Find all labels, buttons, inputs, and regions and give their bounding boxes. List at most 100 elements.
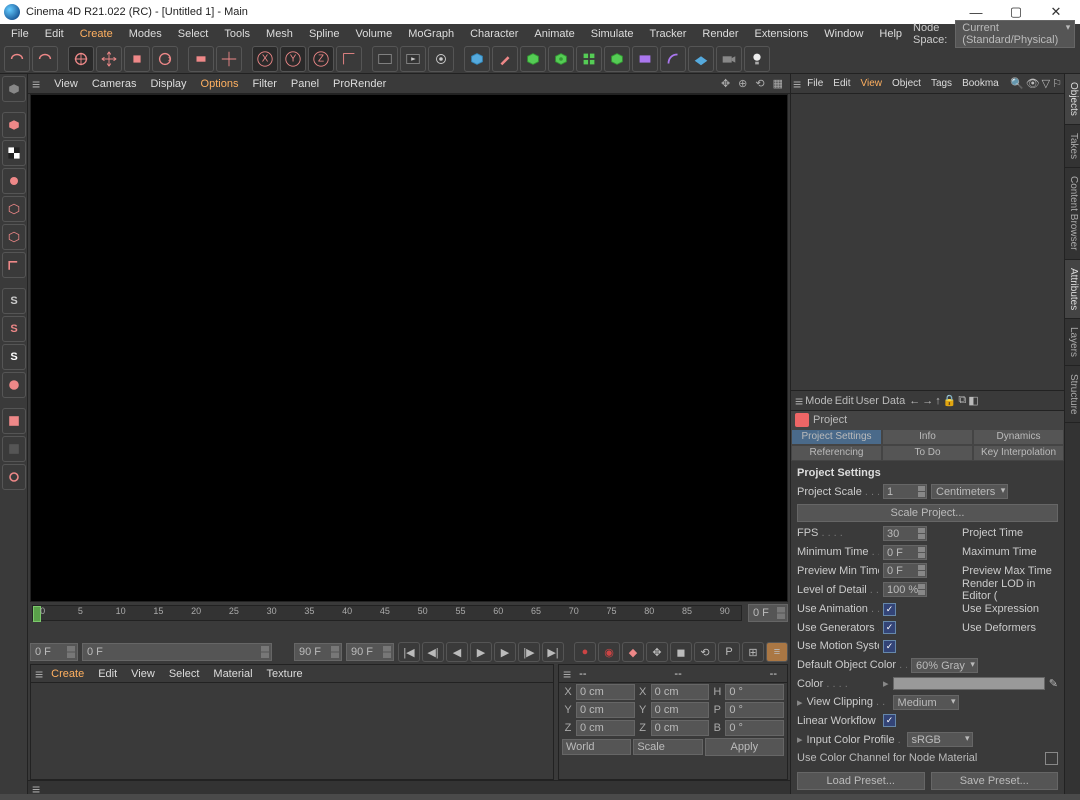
obj-eye-icon[interactable]: 👁: [1026, 77, 1040, 90]
rtab-structure[interactable]: Structure: [1065, 366, 1080, 424]
viewport-rotate-icon[interactable]: ⟲: [752, 75, 767, 92]
menu-mograph[interactable]: MoGraph: [401, 26, 461, 42]
menu-create[interactable]: Create: [73, 26, 120, 42]
render-pv-button[interactable]: [400, 46, 426, 72]
volume-builder-button[interactable]: [604, 46, 630, 72]
view-menu-view[interactable]: View: [48, 76, 84, 92]
menu-simulate[interactable]: Simulate: [584, 26, 641, 42]
make-editable-button[interactable]: [2, 112, 26, 138]
time-end[interactable]: 90 F: [294, 643, 342, 661]
key-strip-button[interactable]: ≡: [766, 642, 788, 662]
project-scale-unit[interactable]: Centimeters: [931, 484, 1008, 499]
soft-select-button[interactable]: [2, 372, 26, 398]
mat-menu-edit[interactable]: Edit: [92, 666, 123, 682]
use-motion-check[interactable]: ✓: [883, 640, 896, 653]
texture-mode-button[interactable]: [2, 140, 26, 166]
field-button[interactable]: [632, 46, 658, 72]
menu-tracker[interactable]: Tracker: [643, 26, 694, 42]
input-profile-select[interactable]: sRGB: [907, 732, 973, 747]
coord-b[interactable]: 0 °: [725, 720, 784, 736]
object-manager-area[interactable]: [791, 94, 1064, 390]
mesh3-button[interactable]: [2, 464, 26, 490]
time-start[interactable]: 0 F: [82, 643, 272, 661]
cmd-hamburger-icon[interactable]: [32, 785, 40, 797]
move-tool[interactable]: [96, 46, 122, 72]
menu-modes[interactable]: Modes: [122, 26, 169, 42]
attr-menu-edit[interactable]: Edit: [835, 395, 854, 407]
menu-file[interactable]: File: [4, 26, 36, 42]
record-button[interactable]: ●: [574, 642, 596, 662]
menu-edit[interactable]: Edit: [38, 26, 71, 42]
lastused-tool[interactable]: [188, 46, 214, 72]
coord-p[interactable]: 0 °: [725, 702, 784, 718]
attr-pin-icon[interactable]: ◧: [968, 394, 978, 407]
key-rot-button[interactable]: ⟲: [694, 642, 716, 662]
floor-button[interactable]: [688, 46, 714, 72]
view-menu-panel[interactable]: Panel: [285, 76, 325, 92]
color-swatch[interactable]: [893, 677, 1045, 690]
view-clipping-select[interactable]: Medium: [893, 695, 959, 710]
viewport-layout-icon[interactable]: ▦: [770, 75, 786, 92]
mat-hamburger-icon[interactable]: [35, 666, 43, 682]
x-axis-toggle[interactable]: X: [252, 46, 278, 72]
viewport-hamburger-icon[interactable]: [32, 76, 40, 92]
play-button[interactable]: ▶: [470, 642, 492, 662]
rtab-objects[interactable]: Objects: [1065, 74, 1080, 125]
coord-mode-select[interactable]: Scale: [633, 739, 702, 755]
menu-animate[interactable]: Animate: [527, 26, 581, 42]
attr-nav-fwd-icon[interactable]: →: [922, 395, 933, 407]
obj-filter-icon[interactable]: ▽: [1042, 77, 1050, 90]
coord-y-size[interactable]: 0 cm: [651, 702, 710, 718]
lod-input[interactable]: 100 %: [883, 582, 927, 597]
key-pos-button[interactable]: ✥: [646, 642, 668, 662]
key-grid-button[interactable]: ⊞: [742, 642, 764, 662]
obj-menu-file[interactable]: File: [803, 76, 827, 91]
mat-menu-texture[interactable]: Texture: [261, 666, 309, 682]
workplane-button[interactable]: [2, 168, 26, 194]
pen-tool-button[interactable]: [492, 46, 518, 72]
timeline-ruler[interactable]: 051015202530354045505560657075808590: [32, 605, 742, 621]
mesh1-button[interactable]: [2, 408, 26, 434]
attr-up-icon[interactable]: ↑: [935, 395, 941, 407]
snap-button[interactable]: S: [2, 316, 26, 342]
coord-h[interactable]: 0 °: [725, 684, 784, 700]
cube-primitive-button[interactable]: [464, 46, 490, 72]
subdiv-button[interactable]: [520, 46, 546, 72]
render-view-button[interactable]: [372, 46, 398, 72]
linear-workflow-check[interactable]: ✓: [883, 714, 896, 727]
redo-button[interactable]: [32, 46, 58, 72]
point-mode-button[interactable]: [2, 196, 26, 222]
menu-tools[interactable]: Tools: [217, 26, 257, 42]
node-material-check[interactable]: [1045, 752, 1058, 765]
keyframe-sel-button[interactable]: ◆: [622, 642, 644, 662]
tab-todo[interactable]: To Do: [882, 445, 973, 461]
mat-menu-select[interactable]: Select: [163, 666, 206, 682]
rtab-content[interactable]: Content Browser: [1065, 168, 1080, 259]
preview-min-input[interactable]: 0 F: [883, 563, 927, 578]
snap2-button[interactable]: S: [2, 344, 26, 370]
next-key-button[interactable]: |▶: [518, 642, 540, 662]
rtab-layers[interactable]: Layers: [1065, 319, 1080, 366]
menu-character[interactable]: Character: [463, 26, 525, 42]
obj-menu-view[interactable]: View: [857, 76, 887, 91]
coord-system-button[interactable]: [336, 46, 362, 72]
obj-menu-tags[interactable]: Tags: [927, 76, 956, 91]
use-animation-check[interactable]: ✓: [883, 603, 896, 616]
undo-button[interactable]: [4, 46, 30, 72]
xray-button[interactable]: S: [2, 288, 26, 314]
min-time-input[interactable]: 0 F: [883, 545, 927, 560]
coord-apply-button[interactable]: Apply: [705, 738, 784, 756]
coord-x-pos[interactable]: 0 cm: [576, 684, 635, 700]
attr-menu-mode[interactable]: Mode: [805, 395, 833, 407]
poly-mode-button[interactable]: [2, 252, 26, 278]
coord-z-pos[interactable]: 0 cm: [576, 720, 635, 736]
tab-project-settings[interactable]: Project Settings: [791, 429, 882, 445]
goto-start-button[interactable]: |◀: [398, 642, 420, 662]
tab-key-interpolation[interactable]: Key Interpolation: [973, 445, 1064, 461]
key-scale-button[interactable]: ◼: [670, 642, 692, 662]
obj-menu-edit[interactable]: Edit: [829, 76, 854, 91]
cloner-button[interactable]: [576, 46, 602, 72]
save-preset-button[interactable]: Save Preset...: [931, 772, 1059, 790]
node-space-select[interactable]: Current (Standard/Physical): [955, 20, 1075, 48]
scale-tool[interactable]: [124, 46, 150, 72]
